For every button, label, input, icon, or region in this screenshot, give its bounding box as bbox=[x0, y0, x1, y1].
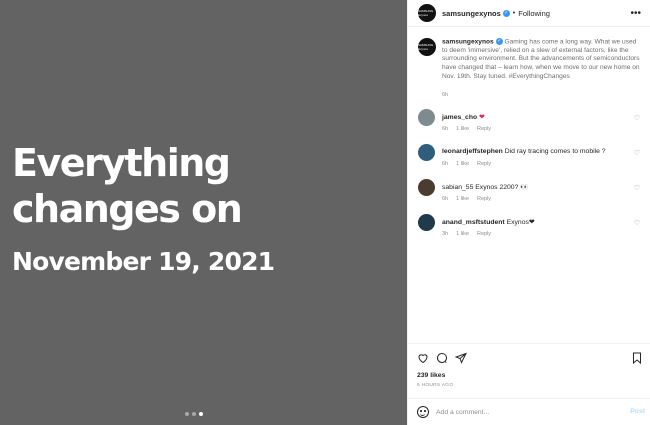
header-separator: • bbox=[512, 9, 516, 17]
commenter-avatar[interactable] bbox=[418, 179, 435, 196]
comment-icon[interactable] bbox=[436, 352, 448, 364]
comment-body: Did ray tracing comes to mobile ? bbox=[504, 148, 606, 155]
bookmark-icon[interactable] bbox=[631, 352, 643, 364]
emoji-icon[interactable] bbox=[417, 406, 429, 418]
comment-body: Exynos 2200? 👀 bbox=[475, 184, 529, 191]
caption-username[interactable]: samsungexynos bbox=[442, 38, 494, 45]
comment-time: 6h bbox=[442, 161, 449, 167]
comment-likes[interactable]: 1 like bbox=[456, 231, 469, 237]
more-options-icon[interactable]: ••• bbox=[630, 8, 641, 19]
comment-item: leonardjeffstephen Did ray tracing comes… bbox=[418, 144, 646, 172]
reply-button[interactable]: Reply bbox=[477, 196, 491, 202]
headline-date: November 19, 2021 bbox=[12, 247, 275, 276]
action-bar bbox=[408, 343, 650, 373]
post-timestamp: 6 HOURS AGO bbox=[417, 383, 454, 388]
comment-time: 6h bbox=[442, 196, 449, 202]
comment-username[interactable]: sabian_55 bbox=[442, 184, 473, 191]
comment-text: james_cho ❤ bbox=[442, 113, 485, 121]
caption-text: samsungexynos ✓ Gaming has come a long wa… bbox=[442, 38, 643, 81]
media-headline: Everything changes on November 19, 2021 bbox=[12, 140, 275, 278]
likes-count[interactable]: 239 likes bbox=[417, 372, 445, 379]
comment-username[interactable]: anand_msftstudent bbox=[442, 219, 505, 226]
comment-body: Exynos❤ bbox=[506, 219, 535, 226]
header-username[interactable]: samsungexynos bbox=[442, 9, 501, 18]
comment-meta: 3h 1 like Reply bbox=[442, 231, 499, 237]
comment-input[interactable] bbox=[436, 405, 606, 419]
comment-body: ❤ bbox=[479, 114, 485, 121]
headline-line-1: Everything bbox=[12, 141, 231, 185]
following-button[interactable]: Following bbox=[518, 9, 550, 18]
avatar[interactable]: SAMSUNG Exynos bbox=[418, 4, 436, 22]
comment-text: anand_msftstudent Exynos❤ bbox=[442, 218, 535, 226]
post-button[interactable]: Post bbox=[630, 408, 645, 415]
verified-badge-icon: ✓ bbox=[502, 9, 510, 17]
share-icon[interactable] bbox=[455, 352, 467, 364]
comment-time: 3h bbox=[442, 231, 449, 237]
comment-heart-icon[interactable]: ♡ bbox=[634, 149, 640, 157]
post-caption: SAMSUNG Exynos samsungexynos ✓ Gaming has… bbox=[418, 38, 643, 81]
comment-item: anand_msftstudent Exynos❤ 3h 1 like Reply … bbox=[418, 214, 646, 242]
comment-heart-icon[interactable]: ♡ bbox=[634, 219, 640, 227]
comment-likes[interactable]: 1 like bbox=[456, 196, 469, 202]
commenter-avatar[interactable] bbox=[418, 144, 435, 161]
verified-badge-icon: ✓ bbox=[495, 38, 503, 45]
avatar-logo-text: SAMSUNG Exynos bbox=[418, 43, 434, 51]
reply-button[interactable]: Reply bbox=[477, 161, 491, 167]
comment-meta: 6h 1 like Reply bbox=[442, 196, 499, 202]
carousel-dot-active bbox=[199, 412, 203, 416]
comment-heart-icon[interactable]: ♡ bbox=[634, 114, 640, 122]
carousel-indicator bbox=[185, 412, 203, 416]
caption-time: 6h bbox=[442, 92, 449, 98]
avatar[interactable]: SAMSUNG Exynos bbox=[418, 38, 436, 56]
heart-icon[interactable] bbox=[417, 352, 429, 364]
commenter-avatar[interactable] bbox=[418, 214, 435, 231]
post-sidebar: SAMSUNG Exynos samsungexynos ✓ • Followi… bbox=[407, 0, 650, 425]
reply-button[interactable]: Reply bbox=[477, 231, 491, 237]
add-comment-bar: Post bbox=[408, 398, 650, 425]
comment-item: james_cho ❤ 6h 1 like Reply ♡ bbox=[418, 109, 646, 137]
comment-item: sabian_55 Exynos 2200? 👀 6h 1 like Reply ♡ bbox=[418, 179, 646, 207]
comment-time: 6h bbox=[442, 126, 449, 132]
comment-meta: 6h 1 like Reply bbox=[442, 126, 499, 132]
comment-heart-icon[interactable]: ♡ bbox=[634, 184, 640, 192]
comment-text: sabian_55 Exynos 2200? 👀 bbox=[442, 183, 529, 191]
reply-button[interactable]: Reply bbox=[477, 126, 491, 132]
carousel-dot bbox=[185, 412, 189, 416]
comment-likes[interactable]: 1 like bbox=[456, 126, 469, 132]
post-media[interactable]: Everything changes on November 19, 2021 bbox=[0, 0, 407, 425]
comment-likes[interactable]: 1 like bbox=[456, 161, 469, 167]
comment-username[interactable]: james_cho bbox=[442, 114, 477, 121]
comment-text: leonardjeffstephen Did ray tracing comes… bbox=[442, 148, 606, 155]
post-header: SAMSUNG Exynos samsungexynos ✓ • Followi… bbox=[408, 0, 650, 27]
headline-line-2: changes on bbox=[12, 187, 243, 231]
carousel-dot bbox=[192, 412, 196, 416]
comment-meta: 6h 1 like Reply bbox=[442, 161, 499, 167]
commenter-avatar[interactable] bbox=[418, 109, 435, 126]
comment-username[interactable]: leonardjeffstephen bbox=[442, 148, 503, 155]
avatar-logo-text: SAMSUNG Exynos bbox=[418, 9, 434, 17]
